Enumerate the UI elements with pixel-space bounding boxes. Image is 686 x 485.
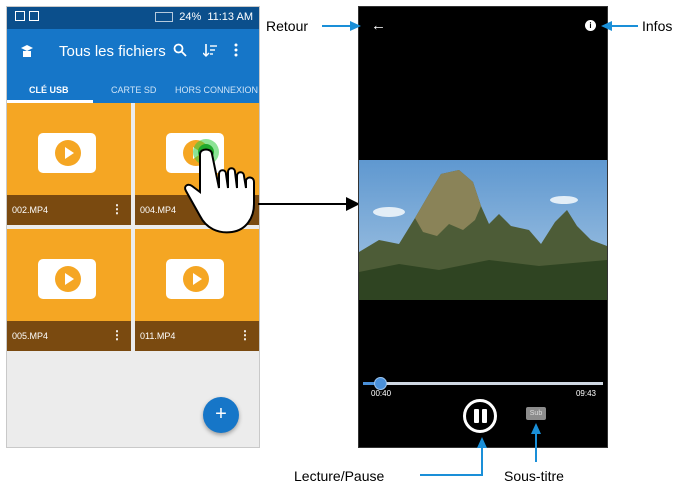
current-time: 00:40 <box>371 389 392 398</box>
file-tile-footer: 011.MP4 ⋮ <box>135 321 259 351</box>
callout-infos: Infos <box>642 18 673 34</box>
add-button[interactable]: + <box>203 397 239 433</box>
more-vert-icon[interactable] <box>233 43 239 57</box>
tab-sd-card[interactable]: CARTE SD <box>111 85 156 95</box>
file-name: 011.MP4 <box>140 331 176 341</box>
file-name: 002.MP4 <box>12 205 49 215</box>
storage-tabs: CLÉ USB CARTE SD HORS CONNEXION <box>7 77 259 103</box>
info-icon[interactable]: i <box>585 20 596 31</box>
tab-offline[interactable]: HORS CONNEXION <box>175 85 258 95</box>
pause-button[interactable] <box>463 399 497 433</box>
battery-level: 24% <box>179 11 202 23</box>
more-vert-icon[interactable]: ⋮ <box>239 328 251 342</box>
video-frame[interactable] <box>359 160 607 300</box>
app-logo-icon <box>21 45 33 57</box>
file-tile[interactable]: 005.MP4 ⋮ <box>7 229 131 351</box>
more-vert-icon[interactable]: ⋮ <box>111 328 123 342</box>
total-time: 09:43 <box>575 389 596 398</box>
callout-sous-titre: Sous-titre <box>504 468 564 484</box>
file-name: 005.MP4 <box>12 331 49 341</box>
subtitle-button[interactable]: Sub <box>526 407 546 420</box>
file-notification-icon <box>29 11 39 21</box>
status-bar: 24% 11:13 AM <box>7 7 259 29</box>
file-tile[interactable]: 002.MP4 ⋮ <box>7 103 131 225</box>
video-thumbnail <box>38 133 96 173</box>
callout-lecture-pause: Lecture/Pause <box>294 468 385 484</box>
file-tile-footer: 002.MP4 ⋮ <box>7 195 131 225</box>
play-icon <box>183 266 209 292</box>
gallery-notification-icon <box>15 11 25 21</box>
sort-icon[interactable] <box>203 43 217 57</box>
play-icon <box>55 266 81 292</box>
more-vert-icon[interactable]: ⋮ <box>111 202 123 216</box>
search-icon[interactable] <box>173 43 187 57</box>
signal-icon <box>155 12 174 22</box>
tap-hand-icon <box>184 139 255 234</box>
video-player-screen: ← i 00:40 09:43 Sub <box>358 6 608 448</box>
app-bar: Tous les fichiers <box>7 29 259 77</box>
tab-usb[interactable]: CLÉ USB <box>29 85 69 95</box>
file-tile-footer: 005.MP4 ⋮ <box>7 321 131 351</box>
back-arrow-icon[interactable]: ← <box>371 17 386 34</box>
file-tile[interactable]: 011.MP4 ⋮ <box>135 229 259 351</box>
page-title: Tous les fichiers <box>59 43 166 60</box>
play-icon <box>55 140 81 166</box>
video-thumbnail <box>38 259 96 299</box>
callout-retour: Retour <box>266 18 309 34</box>
file-name: 004.MP4 <box>140 205 177 215</box>
status-time: 11:13 AM <box>207 11 253 23</box>
transition-arrow-icon <box>258 197 360 211</box>
progress-bar[interactable] <box>363 377 603 390</box>
video-thumbnail <box>166 259 224 299</box>
